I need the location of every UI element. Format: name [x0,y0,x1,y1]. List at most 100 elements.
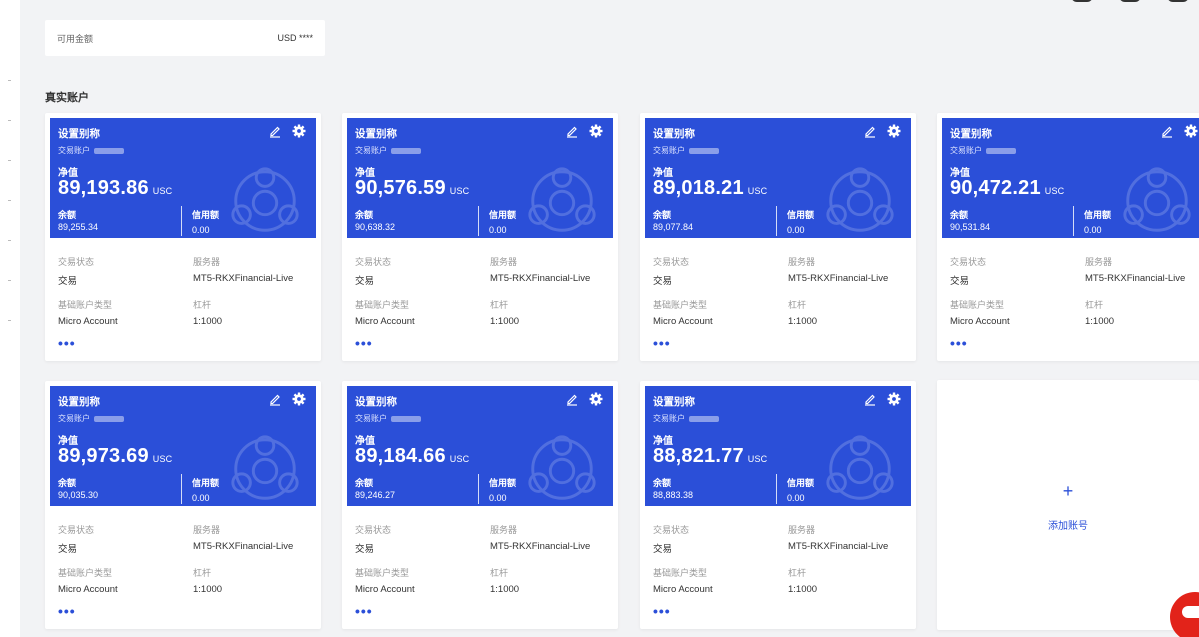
equity-value: 89,973.69 USC [58,445,172,468]
leverage-info: 杠杆 1:1000 [193,298,222,327]
credit-value: 0.00 [1084,225,1102,235]
set-alias-link[interactable]: 设置别称 [653,126,695,141]
credit-label: 信用额 [787,210,815,220]
server-info: 服务器 MT5-RKXFinancial-Live [193,255,293,284]
equity-amount: 88,821.77 [653,445,744,467]
account-card: 设置别称 交易账户 [342,113,618,361]
add-account-card[interactable]: + 添加账号 [937,380,1199,630]
edit-icon[interactable] [268,392,282,406]
credit-value: 0.00 [192,225,210,235]
equity-amount: 89,193.86 [58,177,149,199]
server-value: MT5-RKXFinancial-Live [490,273,591,284]
more-options-button[interactable]: ••• [355,604,373,618]
masked-account-number [986,147,1016,154]
trade-status-label: 交易状态 [355,257,392,267]
balance-label: 余额 [653,478,672,488]
server-value: MT5-RKXFinancial-Live [1085,273,1186,284]
balance-value: 89,077.84 [653,222,694,232]
available-funds-value[interactable]: USD **** [277,33,313,43]
balance-label: 余额 [653,210,672,220]
trade-status-label: 交易状态 [58,525,95,535]
account-card-header: 设置别称 交易账户 [645,118,911,238]
credit-value: 0.00 [489,493,507,503]
plus-icon: + [1062,481,1074,501]
equity-value: 90,472.21 USC [950,177,1064,200]
balance-label: 余额 [58,210,77,220]
gear-icon[interactable] [292,392,306,406]
account-type-label: 基础账户类型 [653,300,708,310]
set-alias-link[interactable]: 设置别称 [355,126,397,141]
account-type-value: Micro Account [355,316,415,327]
trade-status: 交易状态 交易 [58,523,94,555]
account-card-header: 设置别称 交易账户 [347,118,613,238]
account-card: 设置别称 交易账户 [342,381,618,629]
account-number-label: 交易账户 [355,146,387,155]
set-alias-link[interactable]: 设置别称 [58,126,100,141]
balance-value: 89,246.27 [355,490,396,500]
credit-value: 0.00 [787,493,805,503]
gear-icon[interactable] [1184,124,1198,138]
trade-status-label: 交易状态 [355,525,392,535]
balance-value: 90,531.84 [950,222,991,232]
equity-value: 89,193.86 USC [58,177,172,200]
set-alias-link[interactable]: 设置别称 [58,394,100,409]
account-card-header: 设置别称 交易账户 [347,386,613,506]
header-icon[interactable] [1119,0,1141,2]
server-info: 服务器 MT5-RKXFinancial-Live [1085,255,1185,284]
more-options-button[interactable]: ••• [653,336,671,350]
set-alias-link[interactable]: 设置别称 [950,126,992,141]
edit-icon[interactable] [863,124,877,138]
leverage-info: 杠杆 1:1000 [1085,298,1114,327]
edit-icon[interactable] [565,392,579,406]
set-alias-link[interactable]: 设置别称 [355,394,397,409]
more-options-button[interactable]: ••• [58,336,76,350]
trade-status-value: 交易 [58,276,78,287]
more-options-button[interactable]: ••• [58,604,76,618]
leverage-info: 杠杆 1:1000 [788,566,817,595]
gear-icon[interactable] [589,392,603,406]
edit-icon[interactable] [1160,124,1174,138]
available-funds-label: 可用金额 [57,33,94,44]
server-info: 服务器 MT5-RKXFinancial-Live [490,523,590,552]
masked-account-number [391,415,421,422]
gear-icon[interactable] [589,124,603,138]
trade-status: 交易状态 交易 [58,255,94,287]
edit-icon[interactable] [268,124,282,138]
logo-watermark-icon [1123,167,1191,232]
account-card: 设置别称 交易账户 [45,381,321,629]
trade-status-value: 交易 [950,276,970,287]
header-icon[interactable] [1167,0,1189,2]
gear-icon[interactable] [887,124,901,138]
trade-status-value: 交易 [355,276,375,287]
account-type-value: Micro Account [653,584,713,595]
account-type-value: Micro Account [355,584,415,595]
edit-icon[interactable] [565,124,579,138]
equity-currency: USC [449,454,470,464]
card-actions [565,392,603,406]
account-type: 基础账户类型 Micro Account [950,298,1010,327]
account-type: 基础账户类型 Micro Account [355,298,415,327]
gear-icon[interactable] [292,124,306,138]
sidebar-marker [8,160,11,161]
leverage-value: 1:1000 [788,584,818,595]
more-options-button[interactable]: ••• [355,336,373,350]
credit-label: 信用额 [192,478,220,488]
more-options-button[interactable]: ••• [653,604,671,618]
set-alias-link[interactable]: 设置别称 [653,394,695,409]
edit-icon[interactable] [863,392,877,406]
gear-icon[interactable] [887,392,901,406]
trade-status-value: 交易 [653,544,673,555]
server-label: 服务器 [1085,257,1113,267]
account-type: 基础账户类型 Micro Account [653,298,713,327]
equity-currency: USC [152,454,173,464]
account-number-label: 交易账户 [653,146,685,155]
account-card-header: 设置别称 交易账户 [942,118,1199,238]
more-options-button[interactable]: ••• [950,336,968,350]
logo-watermark-icon [826,167,894,232]
account-type-label: 基础账户类型 [950,300,1005,310]
trade-status-label: 交易状态 [653,525,690,535]
balance-label: 余额 [950,210,969,220]
header-icon[interactable] [1071,0,1093,2]
balance-value: 90,638.32 [355,222,396,232]
credit-label: 信用额 [192,210,220,220]
